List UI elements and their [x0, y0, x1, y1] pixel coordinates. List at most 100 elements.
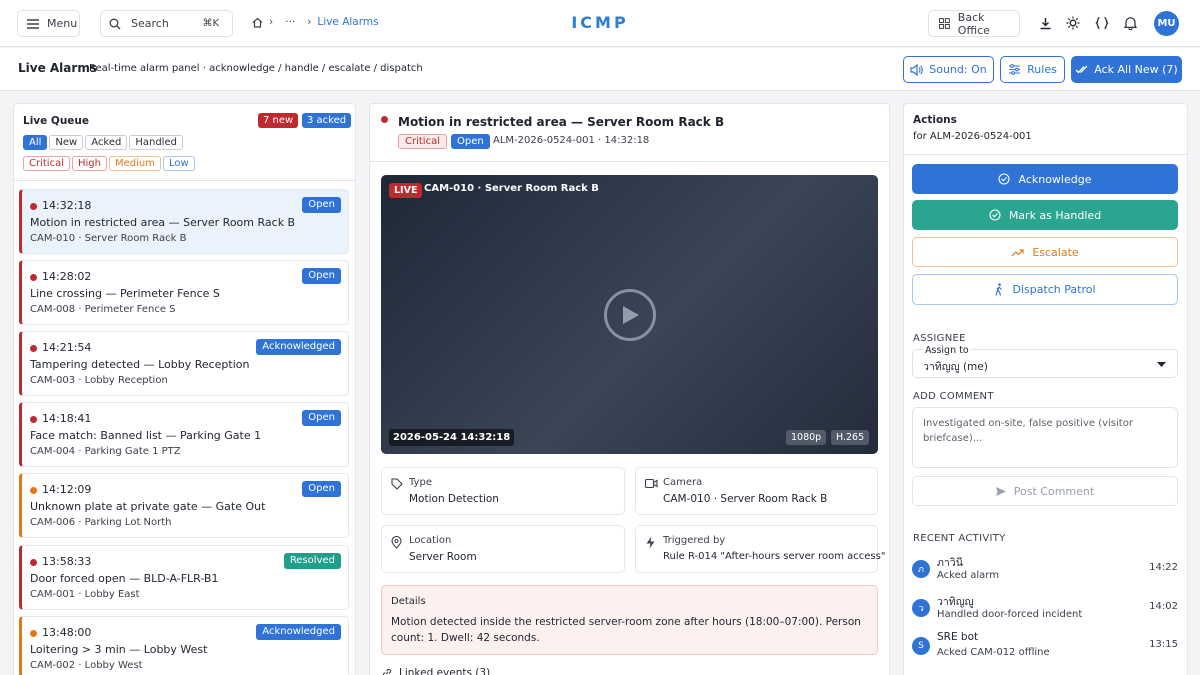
escalate-button[interactable]: Escalate	[912, 237, 1178, 267]
actions-title: Actions	[913, 114, 957, 126]
info-value: CAM-010 · Server Room Rack B	[663, 493, 828, 505]
queue-item[interactable]: 14:28:02 Line crossing — Perimeter Fence…	[19, 260, 349, 325]
escalate-label: Escalate	[1032, 245, 1079, 259]
filter-critical[interactable]: Critical	[23, 156, 70, 171]
alarm-camera: CAM-006 · Parking Lot North	[30, 517, 172, 528]
assign-to-value: วาทิญญู (me)	[923, 361, 988, 373]
filter-acked[interactable]: Acked	[85, 135, 128, 150]
info-type: Type Motion Detection	[381, 467, 625, 515]
alarm-camera: CAM-002 · Lobby West	[30, 660, 143, 671]
queue-item[interactable]: 14:32:18 Motion in restricted area — Ser…	[19, 189, 349, 254]
alarm-title: Line crossing — Perimeter Fence S	[30, 287, 220, 300]
braces-icon[interactable]	[1092, 13, 1112, 33]
activity-text: Acked alarm	[937, 570, 999, 581]
walking-person-icon	[995, 283, 1003, 296]
severity-dot	[30, 630, 37, 637]
chevron-right-icon: ›	[307, 16, 312, 28]
download-icon[interactable]	[1035, 13, 1055, 33]
status-filter-group: All New Acked Handled	[23, 135, 185, 150]
post-comment-label: Post Comment	[1013, 484, 1095, 498]
details-text: Motion detected inside the restricted se…	[391, 616, 861, 644]
assign-to-select[interactable]: Assign to วาทิญญู (me)	[912, 345, 1178, 378]
menu-button[interactable]: Menu	[17, 10, 80, 37]
filter-new[interactable]: New	[49, 135, 84, 150]
info-label: Camera	[663, 477, 703, 488]
live-video-player[interactable]: LIVE CAM-010 · Server Room Rack B 2026-0…	[381, 175, 878, 454]
queue-item[interactable]: 14:21:54 Tampering detected — Lobby Rece…	[19, 331, 349, 396]
acknowledge-button[interactable]: Acknowledge	[912, 164, 1178, 194]
filter-medium[interactable]: Medium	[108, 156, 161, 171]
play-icon[interactable]	[604, 289, 656, 341]
sound-toggle-button[interactable]: Sound: On	[903, 56, 994, 83]
caret-down-icon	[1157, 362, 1166, 367]
divider	[370, 161, 889, 162]
severity-dot	[30, 416, 37, 423]
alarm-time: 13:58:33	[42, 555, 92, 568]
dispatch-patrol-button[interactable]: Dispatch Patrol	[912, 274, 1178, 305]
ack-all-button[interactable]: Ack All New (7)	[1071, 56, 1182, 83]
status-badge: Resolved	[283, 553, 341, 569]
menu-label: Menu	[47, 17, 78, 30]
back-office-label: Back Office	[957, 10, 990, 37]
info-location: Location Server Room	[381, 525, 625, 573]
severity-badge: Critical	[398, 134, 447, 149]
activity-text: Handled door-forced incident	[937, 609, 1083, 620]
sun-icon[interactable]	[1063, 13, 1083, 33]
assignee-heading: ASSIGNEE	[913, 333, 966, 344]
alarm-title: Loitering > 3 min — Lobby West	[30, 643, 208, 656]
video-timestamp: 2026-05-24 14:32:18	[389, 429, 515, 446]
video-camera-icon	[645, 478, 658, 489]
breadcrumb-more[interactable]: ···	[285, 16, 295, 28]
severity-dot	[30, 487, 37, 494]
status-badge: Open	[302, 268, 341, 284]
queue-item[interactable]: 13:48:00 Loitering > 3 min — Lobby West …	[19, 616, 349, 675]
activity-text: Acked CAM-012 offline	[937, 647, 1050, 658]
filter-low[interactable]: Low	[162, 156, 195, 171]
alarm-time: 14:12:09	[42, 483, 92, 496]
top-bar: Menu Search ⌘K › ··· › Live Alarms ICMP …	[0, 0, 1200, 47]
back-office-button[interactable]: Back Office	[928, 10, 1020, 37]
alarm-camera: CAM-003 · Lobby Reception	[30, 375, 168, 386]
activity-item: S SRE bot Acked CAM-012 offline 13:15	[912, 629, 1180, 665]
linked-events-header[interactable]: Linked events (3)	[381, 667, 490, 675]
alarm-title: Door forced open — BLD-A-FLR-B1	[30, 572, 219, 585]
double-check-icon	[1075, 65, 1088, 74]
alarm-detail-panel: Motion in restricted area — Server Room …	[369, 103, 890, 675]
acked-count-badge: 3 acked	[302, 113, 352, 128]
filter-handled[interactable]: Handled	[129, 135, 183, 150]
alarm-time: 14:28:02	[42, 270, 92, 283]
divider	[904, 154, 1187, 155]
link-icon	[382, 668, 392, 675]
breadcrumb-current[interactable]: Live Alarms	[317, 16, 378, 28]
filter-high[interactable]: High	[71, 156, 107, 171]
activity-item: ภ ภาวินี Acked alarm 14:22	[912, 552, 1180, 588]
queue-item[interactable]: 14:18:41 Face match: Banned list — Parki…	[19, 402, 349, 467]
filter-all[interactable]: All	[23, 135, 48, 150]
comment-text: Investigated on-site, false positive (vi…	[923, 418, 1133, 444]
activity-heading: RECENT ACTIVITY	[913, 533, 1006, 544]
activity-time: 14:22	[1149, 562, 1178, 573]
activity-user: วาทิญญู	[937, 596, 974, 608]
search-button[interactable]: Search ⌘K	[100, 10, 233, 37]
rules-button[interactable]: Rules	[1000, 56, 1065, 83]
acknowledge-label: Acknowledge	[1018, 172, 1092, 186]
post-comment-button[interactable]: Post Comment	[912, 476, 1178, 506]
user-avatar[interactable]: MU	[1154, 11, 1179, 36]
queue-item[interactable]: 13:58:33 Door forced open — BLD-A-FLR-B1…	[19, 545, 349, 610]
mark-handled-button[interactable]: Mark as Handled	[912, 200, 1178, 230]
status-badge: Acknowledged	[256, 624, 341, 640]
mark-handled-label: Mark as Handled	[1008, 208, 1102, 222]
assign-to-label: Assign to	[923, 345, 971, 356]
lightning-icon	[646, 536, 655, 549]
comment-textarea[interactable]: Investigated on-site, false positive (vi…	[912, 407, 1178, 468]
info-value: Motion Detection	[409, 493, 499, 505]
map-pin-icon	[391, 536, 402, 549]
home-icon[interactable]	[252, 17, 263, 28]
breadcrumb: › ··· › Live Alarms	[252, 16, 379, 28]
queue-item[interactable]: 14:12:09 Unknown plate at private gate —…	[19, 473, 349, 538]
severity-dot	[30, 274, 37, 281]
search-label: Search	[131, 17, 169, 30]
bell-icon[interactable]	[1120, 13, 1140, 33]
alarm-camera: CAM-010 · Server Room Rack B	[30, 233, 187, 244]
check-circle-icon	[998, 173, 1011, 185]
